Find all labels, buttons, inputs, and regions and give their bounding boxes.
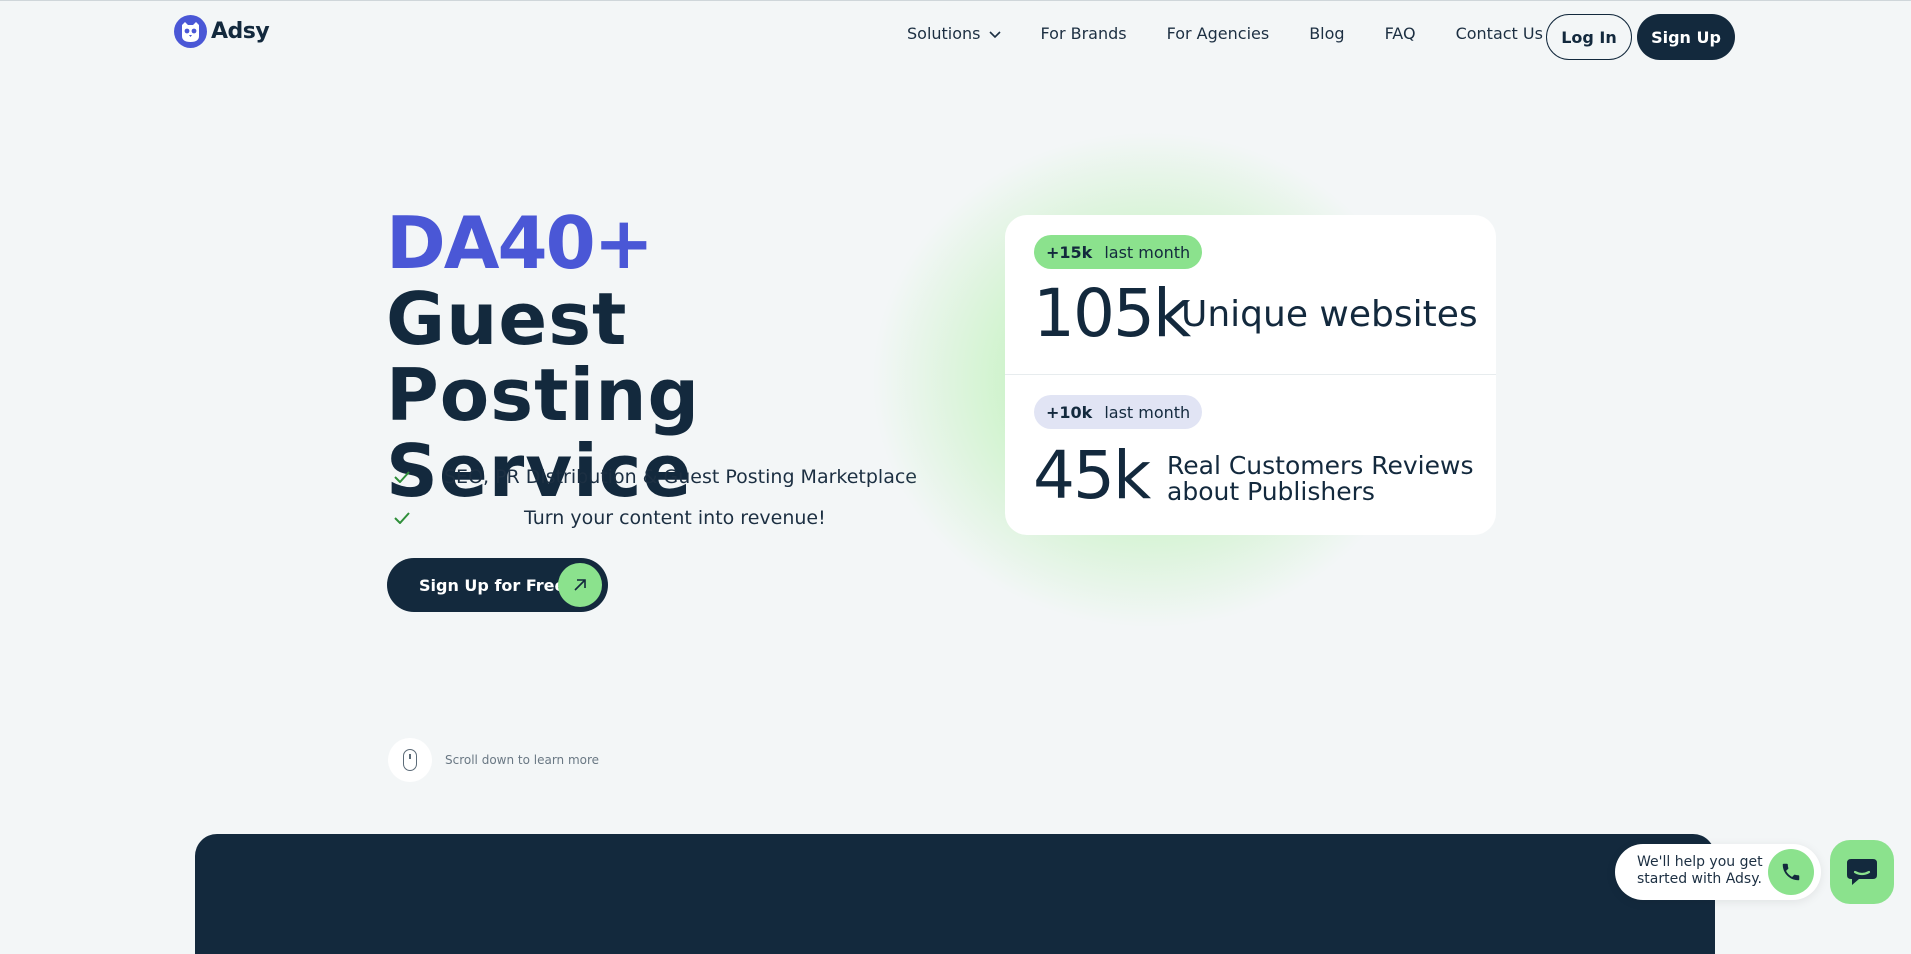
feature-text: Turn your content into revenue!	[524, 507, 826, 529]
main-nav: Solutions For Brands For Agencies Blog F…	[907, 24, 1543, 43]
dark-section	[195, 834, 1715, 954]
nav-item-label: FAQ	[1384, 24, 1416, 43]
logo-text: Adsy	[211, 19, 270, 44]
nav-item-label: Contact Us	[1455, 24, 1543, 43]
feature-text: SEO, PR Distribution & Guest Posting Mar…	[444, 466, 917, 488]
phone-icon[interactable]	[1768, 849, 1814, 895]
nav-item-faq[interactable]: FAQ	[1385, 24, 1416, 43]
feature-item: SEO, PR Distribution & Guest Posting Mar…	[394, 466, 917, 488]
nav-item-label: For Brands	[1040, 24, 1127, 43]
login-button[interactable]: Log In	[1546, 14, 1632, 60]
nav-item-for-brands[interactable]: For Brands	[1041, 24, 1127, 43]
chevron-down-icon	[988, 30, 1001, 41]
check-icon	[394, 467, 424, 488]
signup-button[interactable]: Sign Up	[1637, 14, 1735, 60]
nav-item-label: Blog	[1309, 24, 1345, 43]
nav-item-contact-us[interactable]: Contact Us	[1456, 24, 1543, 43]
stat-value: 45k	[1033, 437, 1151, 514]
stat-badge-value: +10k	[1046, 402, 1093, 422]
stat-badge-text: last month	[1104, 402, 1191, 422]
logo-owl-icon	[174, 15, 207, 48]
logo[interactable]: Adsy	[174, 15, 270, 48]
divider	[1005, 374, 1496, 375]
stat-badge: +15k last month	[1034, 235, 1203, 269]
hero-title: DA40+ Guest Posting Service	[386, 205, 906, 509]
scroll-hint-text: Scroll down to learn more	[445, 753, 600, 767]
stat-badge: +10k last month	[1034, 395, 1203, 429]
hero-title-accent: DA40+	[386, 201, 654, 285]
stat-badge-value: +15k	[1046, 242, 1093, 262]
scroll-hint[interactable]: Scroll down to learn more	[388, 738, 599, 782]
check-icon	[394, 508, 424, 529]
stat-label: Real Customers Reviews about Publishers	[1167, 451, 1474, 506]
help-text: We'll help you get started with Adsy.	[1637, 854, 1763, 887]
mouse-icon	[388, 738, 432, 782]
feature-item: Turn your content into revenue!	[394, 507, 826, 529]
nav-item-solutions[interactable]: Solutions	[907, 24, 1001, 43]
nav-item-blog[interactable]: Blog	[1309, 24, 1344, 43]
stat-value: 105k	[1033, 275, 1191, 352]
stats-card: +15k last month 105k Unique websites +10…	[1005, 215, 1496, 535]
nav-item-for-agencies[interactable]: For Agencies	[1167, 24, 1270, 43]
cta-label: Sign Up for Free	[419, 575, 566, 595]
signup-free-button[interactable]: Sign Up for Free	[387, 558, 608, 612]
arrow-up-right-icon	[558, 563, 602, 607]
stat-label: Unique websites	[1181, 294, 1478, 335]
nav-item-label: Solutions	[907, 24, 981, 43]
stat-badge-text: last month	[1104, 242, 1191, 262]
chat-icon[interactable]	[1830, 840, 1894, 904]
site-header: Adsy Solutions For Brands For Agencies B…	[0, 0, 1911, 72]
nav-item-label: For Agencies	[1166, 24, 1270, 43]
